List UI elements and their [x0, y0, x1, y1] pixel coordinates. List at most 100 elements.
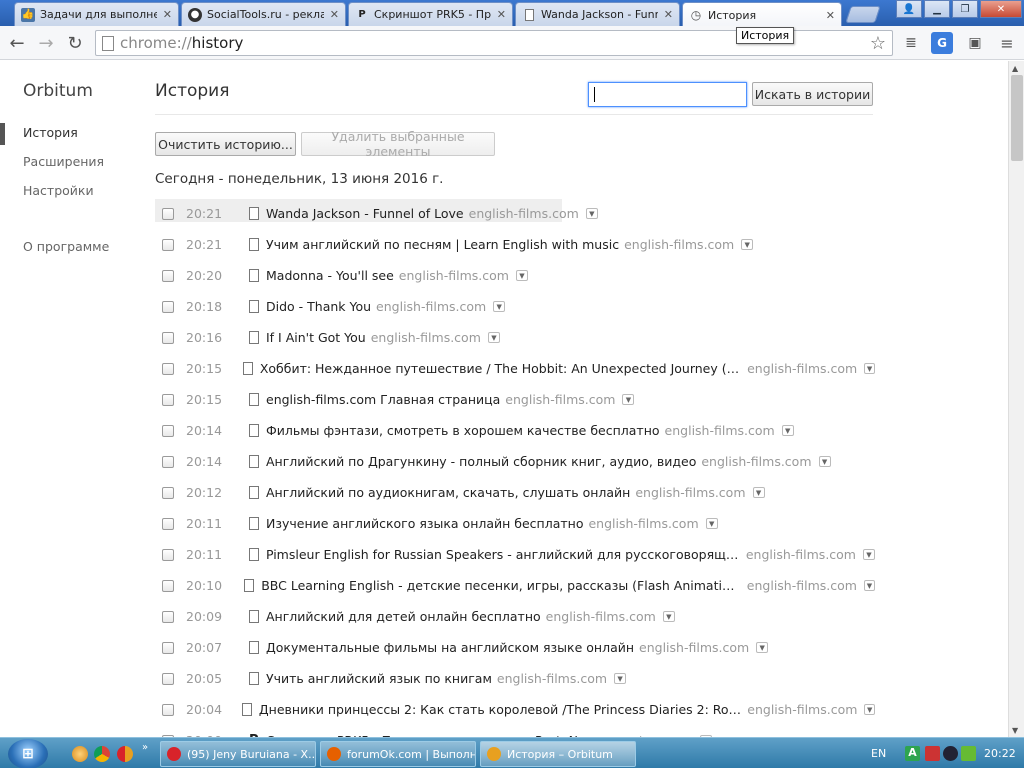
- entry-menu-dropdown-icon[interactable]: ▼: [752, 487, 765, 498]
- tab-screenshot[interactable]: P Скриншот PRK5 - Прос ✕: [348, 2, 513, 26]
- entry-checkbox[interactable]: [162, 703, 174, 716]
- reader-icon[interactable]: ≣: [900, 32, 922, 54]
- entry-checkbox[interactable]: [162, 300, 174, 313]
- user-icon[interactable]: 👤: [896, 0, 922, 18]
- translate-icon[interactable]: G: [931, 32, 953, 54]
- tab-wanda[interactable]: Wanda Jackson - Funne ✕: [515, 2, 680, 26]
- taskbar-item[interactable]: forumOk.com | Выполн...: [320, 741, 476, 767]
- entry-title-link[interactable]: Документальные фильмы на английском язык…: [266, 640, 634, 655]
- close-icon[interactable]: ✕: [664, 8, 673, 21]
- sidebar-item-extensions[interactable]: Расширения: [23, 154, 104, 169]
- entry-title-link[interactable]: Изучение английского языка онлайн беспла…: [266, 516, 583, 531]
- chat-icon[interactable]: ▣: [964, 32, 986, 54]
- entry-checkbox[interactable]: [162, 486, 174, 499]
- entry-title-link[interactable]: Wanda Jackson - Funnel of Love: [266, 206, 464, 221]
- scroll-up-icon[interactable]: ▲: [1012, 64, 1018, 73]
- entry-menu-dropdown-icon[interactable]: ▼: [662, 611, 675, 622]
- sidebar-item-history[interactable]: История: [23, 125, 78, 140]
- close-icon[interactable]: ✕: [330, 8, 339, 21]
- history-entry[interactable]: 20:18 Dido - Thank You english-films.com ▼: [155, 291, 875, 322]
- history-entry[interactable]: 20:21 Учим английский по песням | Learn E…: [155, 229, 875, 260]
- entry-menu-dropdown-icon[interactable]: ▼: [864, 704, 875, 715]
- page-scrollbar[interactable]: ▲ ▼: [1008, 61, 1024, 737]
- close-icon[interactable]: ✕: [826, 9, 835, 22]
- clear-history-button[interactable]: Очистить историю...: [155, 132, 296, 156]
- entry-title-link[interactable]: Хоббит: Нежданное путешествие / The Hobb…: [260, 361, 742, 376]
- entry-menu-dropdown-icon[interactable]: ▼: [493, 301, 506, 312]
- scroll-down-icon[interactable]: ▼: [1012, 726, 1018, 735]
- entry-menu-dropdown-icon[interactable]: ▼: [614, 673, 627, 684]
- taskbar-item[interactable]: (95) Jeny Buruiana - Х...: [160, 741, 316, 767]
- history-entry[interactable]: 20:09 Английский для детей онлайн бесплат…: [155, 601, 875, 632]
- entry-title-link[interactable]: Pimsleur English for Russian Speakers - …: [266, 547, 741, 562]
- entry-checkbox[interactable]: [162, 579, 174, 592]
- search-history-button[interactable]: Искать в истории: [752, 82, 873, 106]
- history-entry[interactable]: 20:11 Pimsleur English for Russian Speake…: [155, 539, 875, 570]
- history-entry[interactable]: 20:12 Английский по аудиокнигам, скачать,…: [155, 477, 875, 508]
- entry-title-link[interactable]: BBC Learning English - детские песенки, …: [261, 578, 742, 593]
- history-entry[interactable]: 20:04 Дневники принцессы 2: Как стать кор…: [155, 694, 875, 725]
- entry-checkbox[interactable]: [162, 269, 174, 282]
- entry-title-link[interactable]: Dido - Thank You: [266, 299, 371, 314]
- network-icon[interactable]: [943, 746, 958, 761]
- entry-title-link[interactable]: Английский по аудиокнигам, скачать, слуш…: [266, 485, 630, 500]
- bookmark-star-icon[interactable]: ☆: [870, 33, 886, 54]
- entry-checkbox[interactable]: [162, 393, 174, 406]
- nvidia-icon[interactable]: [961, 746, 976, 761]
- tab-socialtools[interactable]: ● SocialTools.ru - рекла ✕: [181, 2, 346, 26]
- entry-title-link[interactable]: Английский по Драгункину - полный сборни…: [266, 454, 696, 469]
- sidebar-item-settings[interactable]: Настройки: [23, 183, 94, 198]
- sidebar-item-about[interactable]: О программе: [23, 239, 109, 254]
- entry-checkbox[interactable]: [162, 424, 174, 437]
- chrome-icon[interactable]: [94, 746, 110, 762]
- history-entry[interactable]: 20:05 Учить английский язык по книгам engl…: [155, 663, 875, 694]
- entry-menu-dropdown-icon[interactable]: ▼: [487, 332, 500, 343]
- start-button[interactable]: ⊞: [8, 739, 48, 768]
- history-entry[interactable]: 20:10 BBC Learning English - детские песе…: [155, 570, 875, 601]
- entry-checkbox[interactable]: [162, 610, 174, 623]
- entry-checkbox[interactable]: [162, 548, 174, 561]
- language-indicator[interactable]: EN: [871, 747, 886, 760]
- history-entry[interactable]: 20:00PСкриншот PRK5 - Просмотр скриншота…: [155, 725, 875, 737]
- back-button[interactable]: ←: [6, 32, 28, 54]
- entry-checkbox[interactable]: [162, 362, 174, 375]
- history-entry[interactable]: 20:21 Wanda Jackson - Funnel of Love engli…: [155, 198, 875, 229]
- entry-title-link[interactable]: english-films.com Главная страница: [266, 392, 500, 407]
- entry-title-link[interactable]: If I Ain't Got You: [266, 330, 366, 345]
- history-search-input[interactable]: [588, 82, 747, 107]
- history-entry[interactable]: 20:11 Изучение английского языка онлайн б…: [155, 508, 875, 539]
- entry-menu-dropdown-icon[interactable]: ▼: [863, 580, 875, 591]
- entry-checkbox[interactable]: [162, 672, 174, 685]
- tab-history[interactable]: ◷ История ✕: [682, 2, 842, 27]
- new-tab-button[interactable]: [845, 6, 881, 23]
- history-entry[interactable]: 20:16 If I Ain't Got You english-films.com…: [155, 322, 875, 353]
- entry-menu-dropdown-icon[interactable]: ▼: [741, 239, 754, 250]
- entry-title-link[interactable]: Учим английский по песням | Learn Englis…: [266, 237, 619, 252]
- volume-icon[interactable]: [925, 746, 940, 761]
- entry-title-link[interactable]: Учить английский язык по книгам: [266, 671, 492, 686]
- entry-checkbox[interactable]: [162, 455, 174, 468]
- entry-menu-dropdown-icon[interactable]: ▼: [863, 549, 875, 560]
- entry-title-link[interactable]: Английский для детей онлайн бесплатно: [266, 609, 541, 624]
- menu-icon[interactable]: ≡: [996, 32, 1018, 54]
- reload-button[interactable]: ↻: [64, 32, 86, 54]
- history-entry[interactable]: 20:15 english-films.com Главная страница e…: [155, 384, 875, 415]
- entry-menu-dropdown-icon[interactable]: ▼: [705, 518, 718, 529]
- close-icon[interactable]: ✕: [163, 8, 172, 21]
- entry-title-link[interactable]: Фильмы фэнтази, смотреть в хорошем качес…: [266, 423, 660, 438]
- taskbar-item[interactable]: История – Orbitum: [480, 741, 636, 767]
- forward-button[interactable]: →: [35, 32, 57, 54]
- scrollbar-thumb[interactable]: [1011, 75, 1023, 161]
- entry-checkbox[interactable]: [162, 207, 174, 220]
- entry-checkbox[interactable]: [162, 517, 174, 530]
- squirrel-icon[interactable]: [72, 746, 88, 762]
- entry-checkbox[interactable]: [162, 238, 174, 251]
- more-icon[interactable]: »: [142, 742, 148, 753]
- entry-menu-dropdown-icon[interactable]: ▼: [781, 425, 794, 436]
- entry-menu-dropdown-icon[interactable]: ▼: [756, 642, 769, 653]
- maximize-button[interactable]: ❐: [952, 0, 978, 18]
- antivirus-icon[interactable]: A: [905, 746, 920, 761]
- entry-menu-dropdown-icon[interactable]: ▼: [585, 208, 598, 219]
- browser-icon[interactable]: [117, 746, 133, 762]
- close-icon[interactable]: ✕: [497, 8, 506, 21]
